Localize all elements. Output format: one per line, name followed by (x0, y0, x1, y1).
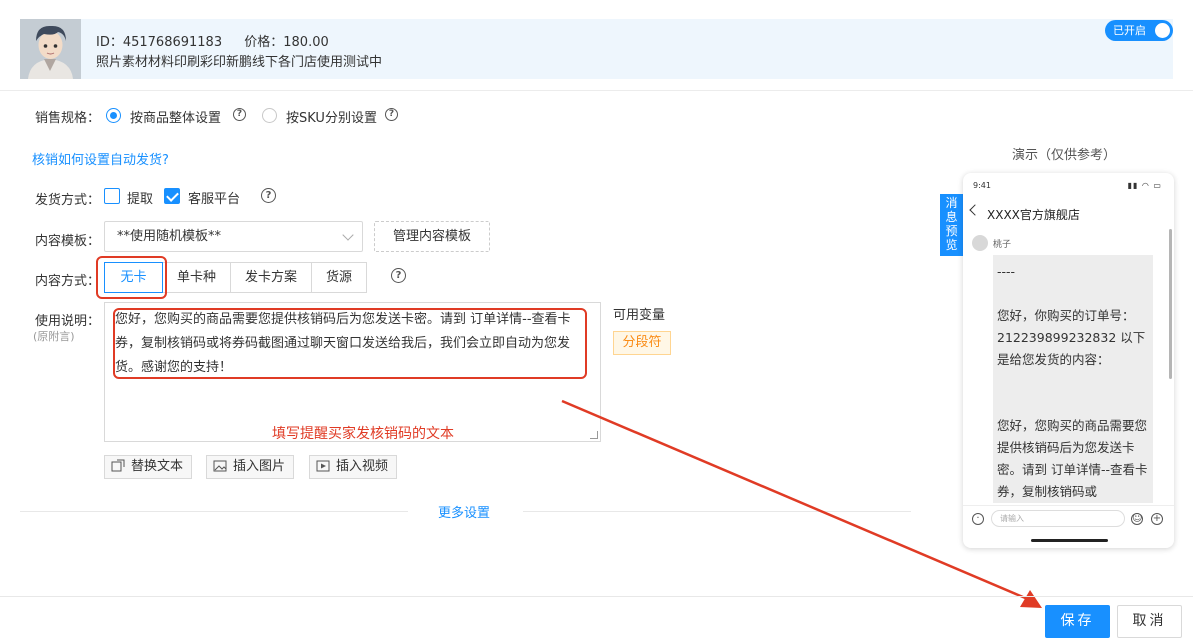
enabled-toggle[interactable]: 已开启 (1105, 20, 1173, 41)
help-icon[interactable]: ? (385, 108, 398, 121)
template-select-value: **使用随机模板** (117, 229, 222, 244)
variables-label: 可用变量 (613, 308, 666, 323)
product-header: ID：451768691183 价格：180.00 照片素材材料印刷彩印新鹏线下… (20, 19, 1173, 79)
voice-icon[interactable]: · (972, 513, 984, 525)
toggle-label: 已开启 (1113, 24, 1146, 37)
annotation-text: 填写提醒买家发核销码的文本 (272, 426, 454, 442)
checkbox-platform[interactable] (164, 188, 180, 204)
message-bubble: ---- 您好，你购买的订单号：212239899232832 以下是给您发货的… (993, 255, 1153, 503)
product-name: 照片素材材料印刷彩印新鹏线下各门店使用测试中 (96, 55, 383, 70)
replace-icon (111, 459, 125, 472)
chat-input[interactable]: 请输入 (991, 510, 1125, 527)
product-price: 价格：180.00 (244, 35, 329, 50)
template-label: 内容模板： (35, 234, 101, 249)
avatar (972, 235, 988, 251)
emoji-icon[interactable]: ☺ (1131, 513, 1143, 525)
phone-preview: 9:41 ▮▮ ◠ ▭ XXXX官方旗舰店 桃子 ---- 您好，你购买的订单号… (963, 173, 1174, 548)
status-icons: ▮▮ ◠ ▭ (1127, 181, 1162, 190)
replace-text-label: 替换文本 (131, 459, 184, 474)
image-icon (213, 460, 227, 472)
video-icon (316, 460, 330, 472)
toggle-knob (1155, 23, 1170, 38)
divider (523, 511, 911, 512)
replace-text-button[interactable]: 替换文本 (104, 455, 193, 479)
checkbox-platform-label[interactable]: 客服平台 (188, 188, 240, 207)
insert-image-label: 插入图片 (233, 459, 286, 474)
cancel-button[interactable]: 取消 (1117, 605, 1182, 638)
more-settings-link[interactable]: 更多设置 (438, 502, 490, 521)
plus-icon[interactable]: + (1151, 513, 1163, 525)
help-auto-delivery-link[interactable]: 核销如何设置自动发货? (32, 149, 169, 168)
insert-video-label: 插入视频 (336, 459, 389, 474)
product-avatar (20, 19, 81, 79)
tab-card-plan[interactable]: 发卡方案 (230, 262, 313, 293)
product-id: ID：451768691183 (96, 35, 223, 50)
bubble-line: 您好，您购买的商品需要您提供核销码后为您发送卡密。请到 订单详情--查看卡券，复… (997, 418, 1148, 499)
resize-handle[interactable] (590, 431, 598, 439)
tab-no-card[interactable]: 无卡 (104, 262, 163, 293)
status-time: 9:41 (973, 181, 991, 190)
variable-tag-paragraph[interactable]: 分段符 (613, 331, 671, 355)
help-icon[interactable]: ? (261, 188, 276, 203)
chat-user-name: 桃子 (993, 240, 1012, 250)
radio-whole-product[interactable] (106, 108, 121, 123)
home-indicator (1031, 539, 1108, 542)
chevron-down-icon (342, 229, 354, 241)
insert-video-button[interactable]: 插入视频 (309, 455, 398, 479)
sales-spec-label: 销售规格： (35, 111, 101, 126)
manage-template-button[interactable]: 管理内容模板 (374, 221, 490, 252)
bubble-line (997, 371, 1149, 393)
tab-single-card[interactable]: 单卡种 (162, 262, 232, 293)
divider (0, 90, 1193, 91)
radio-by-sku-label[interactable]: 按SKU分别设置 (286, 107, 377, 126)
radio-whole-product-label[interactable]: 按商品整体设置 (130, 107, 221, 126)
tab-source[interactable]: 货源 (311, 262, 368, 293)
annotation-box-text (113, 308, 587, 379)
template-select[interactable]: **使用随机模板** (104, 221, 363, 252)
bubble-line: 您好，你购买的订单号：212239899232832 以下是给您发货的内容： (997, 308, 1146, 367)
product-meta: ID：451768691183 价格：180.00 (96, 31, 347, 50)
preview-title: 演示（仅供参考） (1012, 148, 1117, 163)
help-icon[interactable]: ? (391, 268, 406, 283)
bubble-line (997, 283, 1149, 305)
divider (20, 511, 408, 512)
delivery-label: 发货方式： (35, 193, 101, 208)
help-icon[interactable]: ? (233, 108, 246, 121)
checkbox-pickup-label[interactable]: 提取 (127, 188, 153, 207)
checkbox-pickup[interactable] (104, 188, 120, 204)
usage-sublabel: (原附言) (33, 330, 75, 343)
bubble-line: ---- (997, 264, 1016, 279)
divider (0, 596, 1193, 597)
bubble-line (997, 393, 1149, 415)
scrollbar[interactable] (1169, 229, 1172, 379)
shop-name: XXXX官方旗舰店 (987, 208, 1080, 222)
content-mode-label: 内容方式： (35, 274, 101, 289)
page-root: ID：451768691183 价格：180.00 照片素材材料印刷彩印新鹏线下… (0, 0, 1193, 643)
save-button[interactable]: 保存 (1045, 605, 1110, 638)
message-preview-tab[interactable]: 消息预览 (940, 194, 963, 256)
insert-image-button[interactable]: 插入图片 (206, 455, 295, 479)
usage-label: 使用说明： (35, 314, 101, 329)
divider (963, 505, 1174, 506)
content-mode-tabs: 无卡 单卡种 发卡方案 货源 (104, 262, 368, 293)
back-icon[interactable] (969, 204, 981, 216)
radio-by-sku[interactable] (262, 108, 277, 123)
